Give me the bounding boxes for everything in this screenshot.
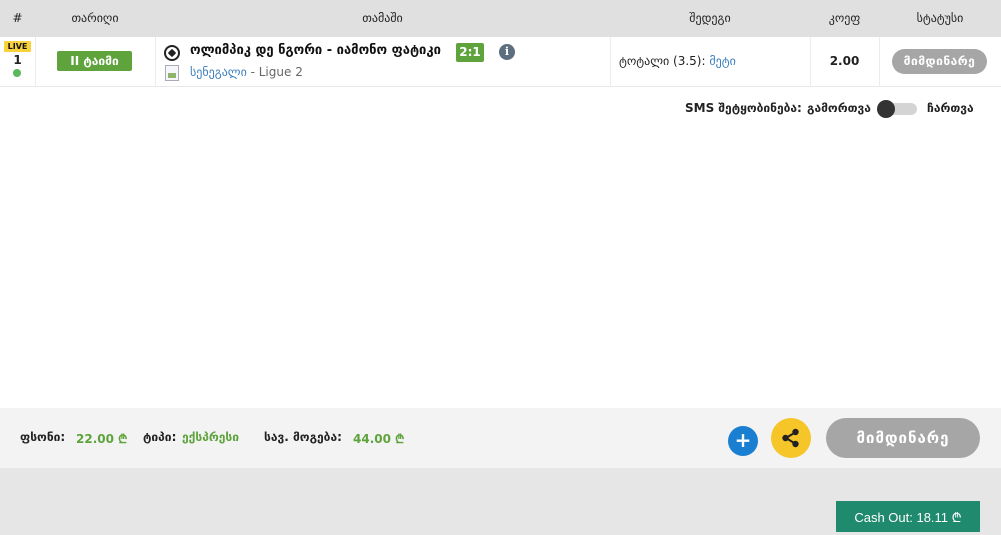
column-header-status: სტატუსი: [916, 11, 964, 25]
match-name[interactable]: ოლიმპიკ დე ნგორი - იამონო ფატიკი: [190, 43, 441, 58]
sms-notification-label: SMS შეტყობინება:: [685, 101, 802, 115]
sms-on-label[interactable]: ჩართვა: [927, 101, 974, 115]
share-button[interactable]: [771, 418, 811, 458]
stake-value: 22.00 ₾: [76, 432, 128, 446]
outcome-market: ტოტალი (3.5):: [619, 54, 706, 68]
cell-divider: [35, 37, 36, 87]
live-badge: LIVE: [4, 41, 31, 52]
column-header-number: #: [12, 11, 23, 25]
stake-label: ფსონი:: [20, 430, 66, 444]
bet-summary-footer: ფსონი: 22.00 ₾ ტიპი: ექსპრესი სავ. მოგებ…: [0, 408, 1001, 468]
bet-type-label: ტიპი:: [143, 430, 177, 444]
table-row: LIVE 1 II ტაიმი 72` ოლიმპიკ დე ნგორი - ი…: [0, 37, 1001, 88]
cell-divider: [879, 37, 880, 87]
country-name: სენეგალი: [190, 65, 247, 79]
league-name: Ligue 2: [258, 65, 303, 79]
table-header: # თარიღი თამაში შედეგი კოეფ სტატუსი: [0, 0, 1001, 37]
bet-type-value: ექსპრესი: [182, 430, 239, 444]
bet-details-panel: # თარიღი თამაში შედეგი კოეფ სტატუსი LIVE…: [0, 0, 1001, 408]
potential-win-value: 44.00 ₾: [353, 432, 405, 446]
score-badge: 2:1: [456, 43, 484, 62]
cell-divider: [610, 37, 611, 87]
share-icon: [782, 428, 799, 448]
toggle-knob: [877, 100, 895, 118]
column-header-match: თამაში: [362, 11, 403, 25]
match-period-badge: II ტაიმი 72`: [57, 51, 132, 88]
column-header-coefficient: კოეფ: [828, 11, 861, 25]
row-number: 1: [13, 53, 22, 67]
info-icon[interactable]: i: [499, 44, 515, 60]
coefficient-value: 2.00: [829, 54, 860, 68]
outcome-pick: მეტი: [709, 54, 736, 68]
soccer-ball-icon: [164, 45, 180, 61]
potential-win-label: სავ. მოგება:: [264, 430, 342, 444]
status-badge: მიმდინარე: [892, 49, 987, 74]
column-header-outcome: შედეგი: [689, 11, 731, 25]
cash-out-button[interactable]: Cash Out: 18.11 ₾: [836, 501, 980, 532]
country-flag-icon: [165, 65, 179, 81]
live-indicator-dot: [13, 69, 21, 77]
sms-off-label[interactable]: გამორთვა: [807, 101, 871, 115]
league-separator: -: [246, 65, 259, 79]
bet-status-button[interactable]: მიმდინარე: [826, 418, 980, 458]
add-button[interactable]: +: [728, 426, 758, 456]
cell-divider: [155, 37, 156, 87]
league-info: სენეგალი - Ligue 2: [190, 65, 303, 79]
outcome: ტოტალი (3.5): მეტი: [619, 54, 736, 68]
column-header-date: თარიღი: [71, 11, 119, 25]
sms-toggle[interactable]: [877, 100, 917, 118]
